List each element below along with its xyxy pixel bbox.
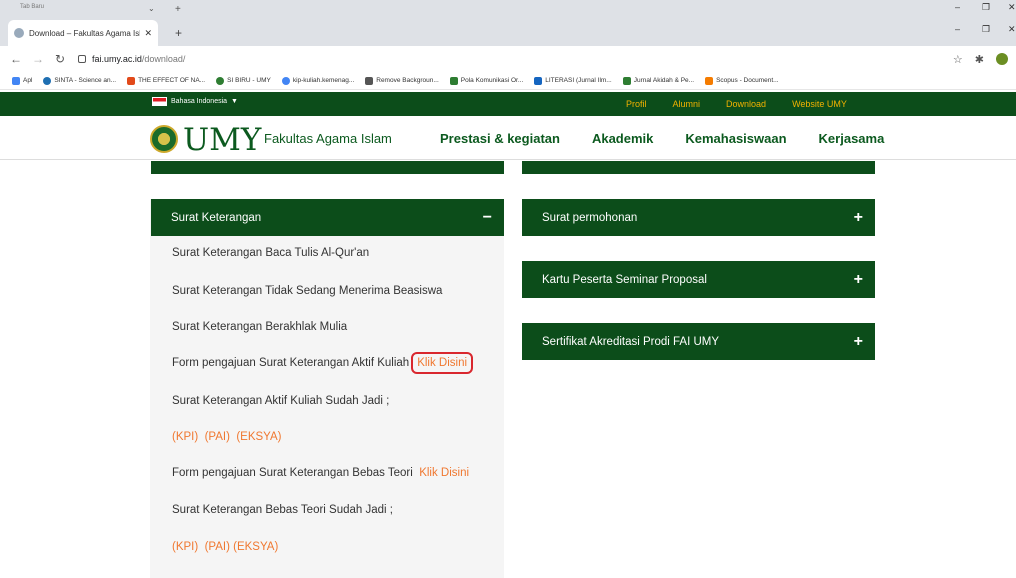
bookmark-star-icon[interactable]: ☆ bbox=[953, 53, 963, 66]
bookmark-item[interactable]: LITERASI (Jurnal Ilm... bbox=[534, 76, 612, 85]
address-bar[interactable]: fai.umy.ac.id/download/ bbox=[78, 49, 953, 69]
bookmark-favicon-icon bbox=[43, 76, 52, 85]
extensions-icon[interactable]: ✱ bbox=[975, 53, 984, 66]
klik-disini-link[interactable]: Klik Disini bbox=[411, 352, 474, 374]
bookmark-item[interactable]: THE EFFECT OF NA... bbox=[127, 76, 205, 85]
main-nav-akademik[interactable]: Akademik bbox=[592, 131, 653, 146]
bookmark-item[interactable]: Jurnal Akidah & Pe... bbox=[622, 76, 694, 85]
previous-panel-bottom bbox=[151, 161, 504, 174]
accordion-kartu-peserta[interactable]: Kartu Peserta Seminar Proposal + bbox=[522, 261, 875, 298]
form-bebas-label: Form pengajuan Surat Keterangan Bebas Te… bbox=[172, 467, 413, 479]
browser-tabstrip: Tab Baru ⌄ + Download – Fakultas Agama I… bbox=[0, 0, 1016, 46]
google-icon bbox=[281, 76, 290, 85]
top-nav-website-umy[interactable]: Website UMY bbox=[792, 99, 847, 109]
bookmark-favicon-icon bbox=[216, 76, 225, 85]
forward-icon[interactable]: → bbox=[32, 52, 44, 66]
accordion-surat-permohonan[interactable]: Surat permohonan + bbox=[522, 199, 875, 236]
accordion-title: Sertifikat Akreditasi Prodi FAI UMY bbox=[542, 335, 720, 348]
tab-title: Download – Fakultas Agama Isla bbox=[29, 28, 141, 38]
favicon-icon bbox=[14, 28, 24, 38]
form-aktif-label: Form pengajuan Surat Keterangan Aktif Ku… bbox=[172, 357, 410, 369]
close-window-icon[interactable]: ✕ bbox=[1008, 24, 1016, 35]
expand-icon[interactable]: + bbox=[854, 209, 863, 227]
reload-icon[interactable]: ↻ bbox=[54, 52, 66, 66]
logo-subtitle[interactable]: Fakultas Agama Islam bbox=[264, 131, 392, 146]
previous-panel-bottom bbox=[522, 161, 875, 174]
profile-avatar[interactable] bbox=[996, 53, 1008, 65]
accordion-title: Kartu Peserta Seminar Proposal bbox=[542, 273, 707, 286]
list-item-aktif-jadi: Surat Keterangan Aktif Kuliah Sudah Jadi… bbox=[172, 395, 390, 407]
link-pai[interactable]: (PAI) bbox=[205, 431, 230, 443]
restore-icon[interactable]: ❐ bbox=[982, 24, 990, 35]
list-item-form-aktif: Form pengajuan Surat Keterangan Aktif Ku… bbox=[172, 352, 474, 374]
bookmark-favicon-icon bbox=[622, 76, 631, 85]
site-header: UMY Fakultas Agama Islam Prestasi & kegi… bbox=[0, 116, 1016, 160]
restore-icon[interactable]: ❐ bbox=[982, 2, 990, 13]
umy-seal-logo-icon[interactable] bbox=[150, 125, 178, 153]
list-item-baca-tulis: Surat Keterangan Baca Tulis Al-Qur'an bbox=[172, 247, 370, 259]
close-window-icon[interactable]: ✕ bbox=[1008, 2, 1016, 13]
url-path: /download/ bbox=[141, 54, 186, 64]
main-nav: Prestasi & kegiatan Akademik Kemahasiswa… bbox=[440, 131, 884, 146]
bookmark-item[interactable]: kip-kuliah.kemenag... bbox=[281, 76, 354, 85]
lock-icon bbox=[78, 55, 86, 63]
bookmark-item[interactable]: SINTA - Science an... bbox=[43, 76, 116, 85]
link-eksya[interactable]: (EKSYA) bbox=[236, 431, 281, 443]
ghost-tab-label[interactable]: Tab Baru bbox=[20, 4, 44, 10]
logo-text[interactable]: UMY bbox=[183, 122, 261, 158]
minimize-icon[interactable]: – bbox=[955, 24, 960, 34]
indonesia-flag-icon bbox=[152, 97, 167, 106]
main-nav-kemahasiswaan[interactable]: Kemahasiswaan bbox=[685, 131, 786, 146]
site-topbar: Bahasa Indonesia ▼ Profil Alumni Downloa… bbox=[0, 92, 1016, 116]
back-icon[interactable]: ← bbox=[10, 52, 22, 66]
accordion-title: Surat permohonan bbox=[542, 211, 638, 224]
browser-toolbar: ← → ↻ fai.umy.ac.id/download/ ☆ ✱ bbox=[0, 46, 1016, 72]
caret-down-icon: ▼ bbox=[231, 98, 238, 105]
links-row: (KPI) (PAI) (EKSYA) bbox=[172, 431, 282, 443]
new-tab-icon[interactable]: + bbox=[175, 4, 181, 15]
bookmarks-bar: Apl SINTA - Science an... THE EFFECT OF … bbox=[0, 72, 1016, 90]
new-tab-button[interactable]: + bbox=[175, 26, 182, 40]
list-item-form-bebas: Form pengajuan Surat Keterangan Bebas Te… bbox=[172, 467, 469, 479]
close-tab-icon[interactable]: ✕ bbox=[144, 28, 152, 39]
list-item-berakhlak: Surat Keterangan Berakhlak Mulia bbox=[172, 321, 348, 333]
language-selector[interactable]: Bahasa Indonesia ▼ bbox=[152, 97, 238, 106]
top-nav-alumni[interactable]: Alumni bbox=[673, 99, 701, 109]
minimize-icon[interactable]: – bbox=[955, 2, 960, 12]
top-nav: Profil Alumni Download Website UMY bbox=[626, 99, 847, 109]
main-nav-prestasi[interactable]: Prestasi & kegiatan bbox=[440, 131, 560, 146]
link-kpi[interactable]: (KPI) bbox=[172, 541, 198, 553]
collapse-icon[interactable]: − bbox=[483, 209, 492, 227]
top-nav-download[interactable]: Download bbox=[726, 99, 766, 109]
bookmark-item[interactable]: SI BIRU - UMY bbox=[216, 76, 271, 85]
link-kpi[interactable]: (KPI) bbox=[172, 431, 198, 443]
bookmark-item[interactable]: Scopus - Document... bbox=[705, 76, 779, 85]
klik-disini-link[interactable]: Klik Disini bbox=[419, 467, 469, 479]
tab-search-chevron-icon[interactable]: ⌄ bbox=[148, 4, 155, 13]
bookmark-favicon-icon bbox=[127, 76, 136, 85]
main-nav-kerjasama[interactable]: Kerjasama bbox=[819, 131, 885, 146]
bookmark-favicon-icon bbox=[365, 76, 374, 85]
accordion-surat-keterangan[interactable]: Surat Keterangan − bbox=[151, 199, 504, 236]
bookmark-favicon-icon bbox=[534, 76, 543, 85]
apps-icon bbox=[12, 76, 20, 85]
link-pai[interactable]: (PAI) bbox=[205, 541, 230, 553]
active-tab[interactable]: Download – Fakultas Agama Isla ✕ bbox=[8, 20, 158, 46]
expand-icon[interactable]: + bbox=[854, 333, 863, 351]
bookmark-item[interactable]: Remove Backgroun... bbox=[365, 76, 439, 85]
link-eksya[interactable]: (EKSYA) bbox=[233, 541, 278, 553]
bookmark-favicon-icon bbox=[705, 76, 714, 85]
top-nav-profil[interactable]: Profil bbox=[626, 99, 647, 109]
list-item-tidak-beasiswa: Surat Keterangan Tidak Sedang Menerima B… bbox=[172, 285, 443, 297]
expand-icon[interactable]: + bbox=[854, 271, 863, 289]
bookmark-item[interactable]: Apl bbox=[12, 76, 32, 85]
bookmark-item[interactable]: Pola Komunikasi Or... bbox=[449, 76, 523, 85]
language-label: Bahasa Indonesia bbox=[171, 98, 228, 105]
url-host: fai.umy.ac.id bbox=[92, 54, 142, 64]
accordion-sertifikat-akreditasi[interactable]: Sertifikat Akreditasi Prodi FAI UMY + bbox=[522, 323, 875, 360]
links-row: (KPI) (PAI) (EKSYA) bbox=[172, 541, 278, 553]
list-item-bebas-jadi: Surat Keterangan Bebas Teori Sudah Jadi … bbox=[172, 504, 393, 516]
accordion-title: Surat Keterangan bbox=[171, 211, 262, 224]
bookmark-favicon-icon bbox=[449, 76, 458, 85]
